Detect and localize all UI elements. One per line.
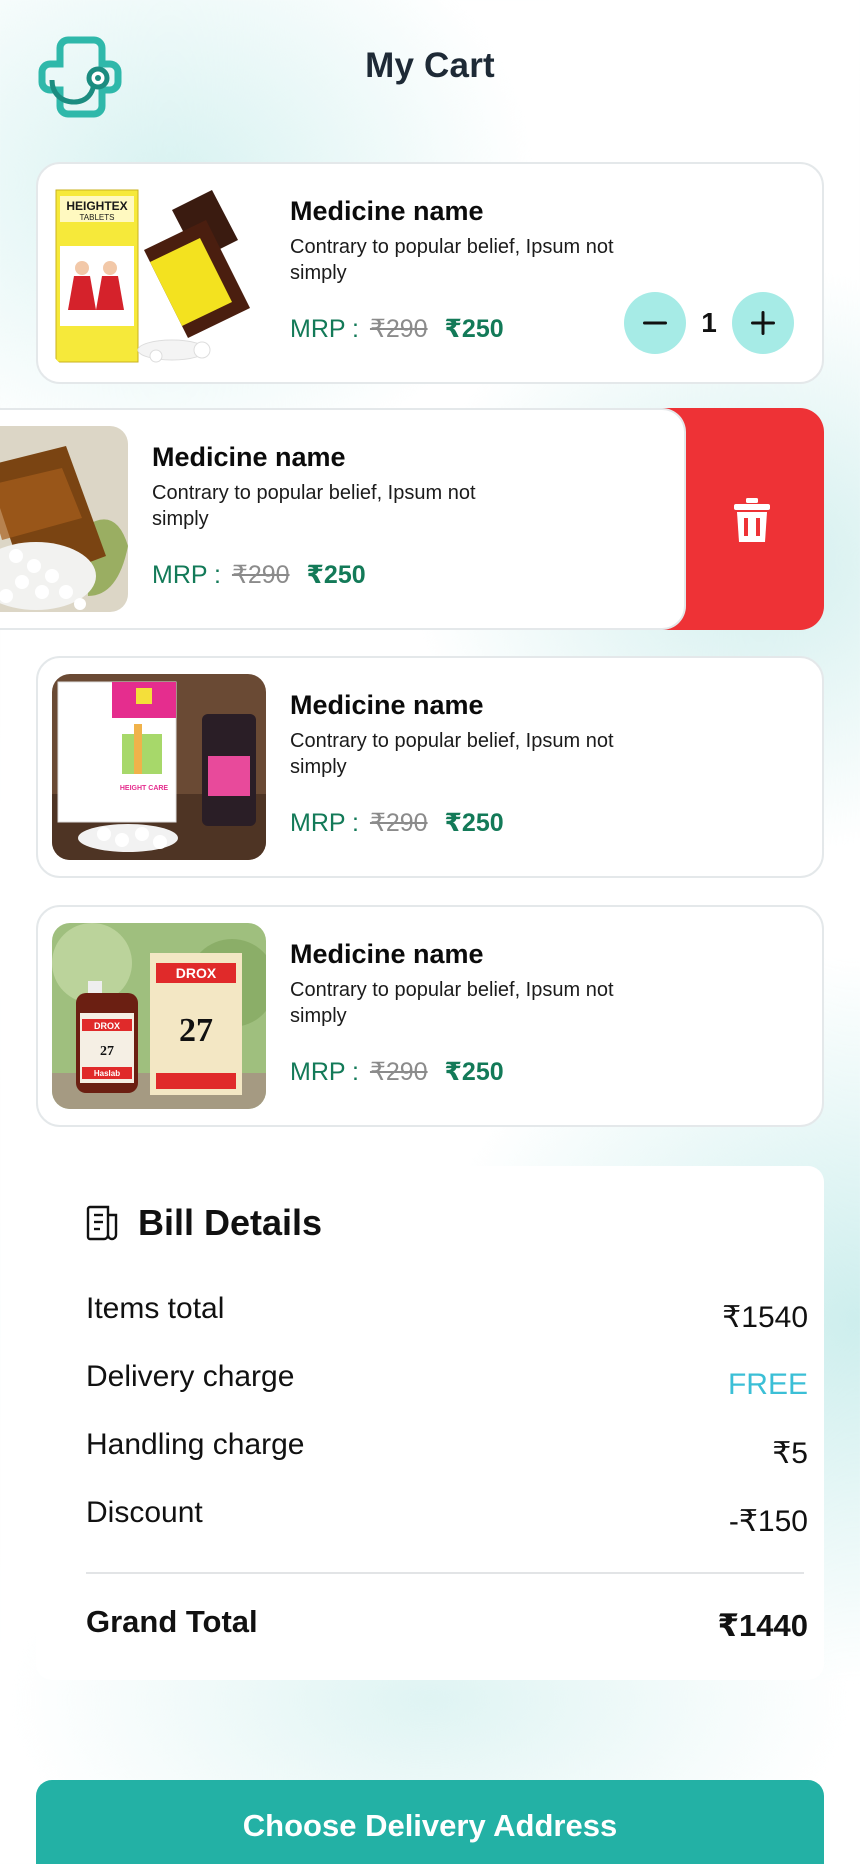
divider: [86, 1572, 804, 1574]
sale-price: ₹250: [444, 1058, 504, 1086]
bill-row-delivery-charge: Delivery charge FREE: [86, 1360, 808, 1402]
product-image: HEIGHTEX TABLETS: [52, 180, 266, 366]
item-name: Medicine name: [152, 442, 346, 472]
box-number: 27: [179, 1012, 213, 1049]
trash-icon: [734, 498, 770, 542]
bottle-number: 27: [100, 1044, 114, 1059]
sale-price: ₹250: [444, 809, 504, 837]
item-name: Medicine name: [290, 196, 484, 226]
item-price: MRP : ₹290 ₹250: [290, 808, 504, 838]
receipt-icon: [86, 1205, 118, 1241]
bottle-brand: DROX: [94, 1021, 120, 1031]
item-description: Contrary to popular belief, Ipsum not si…: [290, 236, 614, 284]
bill-row-value: FREE: [727, 1368, 808, 1401]
quantity-value: 1: [701, 307, 717, 338]
item-name: Medicine name: [290, 939, 484, 969]
mrp-label: MRP :: [290, 1058, 359, 1086]
old-price: ₹290: [369, 1058, 428, 1086]
choose-delivery-address-button[interactable]: Choose Delivery Address: [36, 1780, 824, 1864]
cart-item[interactable]: DROX 27 DROX 27 Haslab Medicine name Con…: [36, 905, 824, 1127]
page-title: My Cart: [365, 46, 495, 85]
box-label-2: TABLETS: [80, 213, 115, 222]
bill-row-label: Discount: [86, 1496, 203, 1529]
bill-row-label: Delivery charge: [86, 1360, 295, 1393]
quantity-stepper[interactable]: 1: [624, 292, 794, 354]
delete-item-button[interactable]: [732, 498, 772, 542]
cart-item[interactable]: HEIGHTEX TABLETS Medicine name Contrary …: [36, 162, 824, 384]
item-description: Contrary to popular belief, Ipsum not si…: [152, 482, 476, 530]
item-price: MRP : ₹290 ₹250: [290, 314, 504, 344]
old-price: ₹290: [369, 315, 428, 343]
item-name: Medicine name: [290, 690, 484, 720]
sale-price: ₹250: [306, 561, 366, 589]
increase-quantity-button[interactable]: [732, 292, 794, 354]
bill-row-handling-charge: Handling charge ₹5: [86, 1428, 808, 1471]
cart-item[interactable]: Medicine name Contrary to popular belief…: [0, 408, 686, 630]
old-price: ₹290: [231, 561, 290, 589]
plus-icon: [751, 311, 775, 335]
box-label: HEIGHT CARE: [120, 785, 169, 792]
bill-row-label: Items total: [86, 1292, 225, 1325]
bill-row-label: Handling charge: [86, 1428, 305, 1461]
decrease-quantity-button[interactable]: [624, 292, 686, 354]
old-price: ₹290: [369, 809, 428, 837]
bill-title: Bill Details: [138, 1202, 323, 1243]
box-label-1: HEIGHTEX: [66, 199, 127, 213]
bill-header: Bill Details: [86, 1202, 322, 1244]
mrp-label: MRP :: [152, 561, 221, 589]
bill-row-value: ₹1540: [722, 1301, 808, 1334]
bill-row-items-total: Items total ₹1540: [86, 1292, 808, 1335]
product-image: HEIGHT CARE: [52, 674, 266, 860]
bill-row-grand-total: Grand Total ₹1440: [86, 1604, 808, 1644]
item-description: Contrary to popular belief, Ipsum not si…: [290, 730, 614, 778]
bill-row-value: ₹5: [772, 1437, 808, 1470]
grand-total-value: ₹1440: [717, 1608, 808, 1643]
cart-item[interactable]: HEIGHT CARE Medicine name Contrary to po…: [36, 656, 824, 878]
bill-details-card: Bill Details Items total ₹1540 Delivery …: [36, 1166, 824, 1680]
sale-price: ₹250: [444, 315, 504, 343]
minus-icon: [643, 321, 667, 325]
item-price: MRP : ₹290 ₹250: [152, 560, 366, 590]
item-price: MRP : ₹290 ₹250: [290, 1057, 504, 1087]
bill-row-discount: Discount -₹150: [86, 1496, 808, 1539]
mrp-label: MRP :: [290, 315, 359, 343]
product-image: DROX 27 DROX 27 Haslab: [52, 923, 266, 1109]
item-description: Contrary to popular belief, Ipsum not si…: [290, 979, 614, 1027]
bill-row-value: -₹150: [728, 1505, 808, 1538]
grand-total-label: Grand Total: [86, 1604, 258, 1639]
bottle-maker: Haslab: [94, 1069, 120, 1078]
mrp-label: MRP :: [290, 809, 359, 837]
product-image: [0, 426, 128, 612]
box-brand: DROX: [176, 965, 217, 981]
